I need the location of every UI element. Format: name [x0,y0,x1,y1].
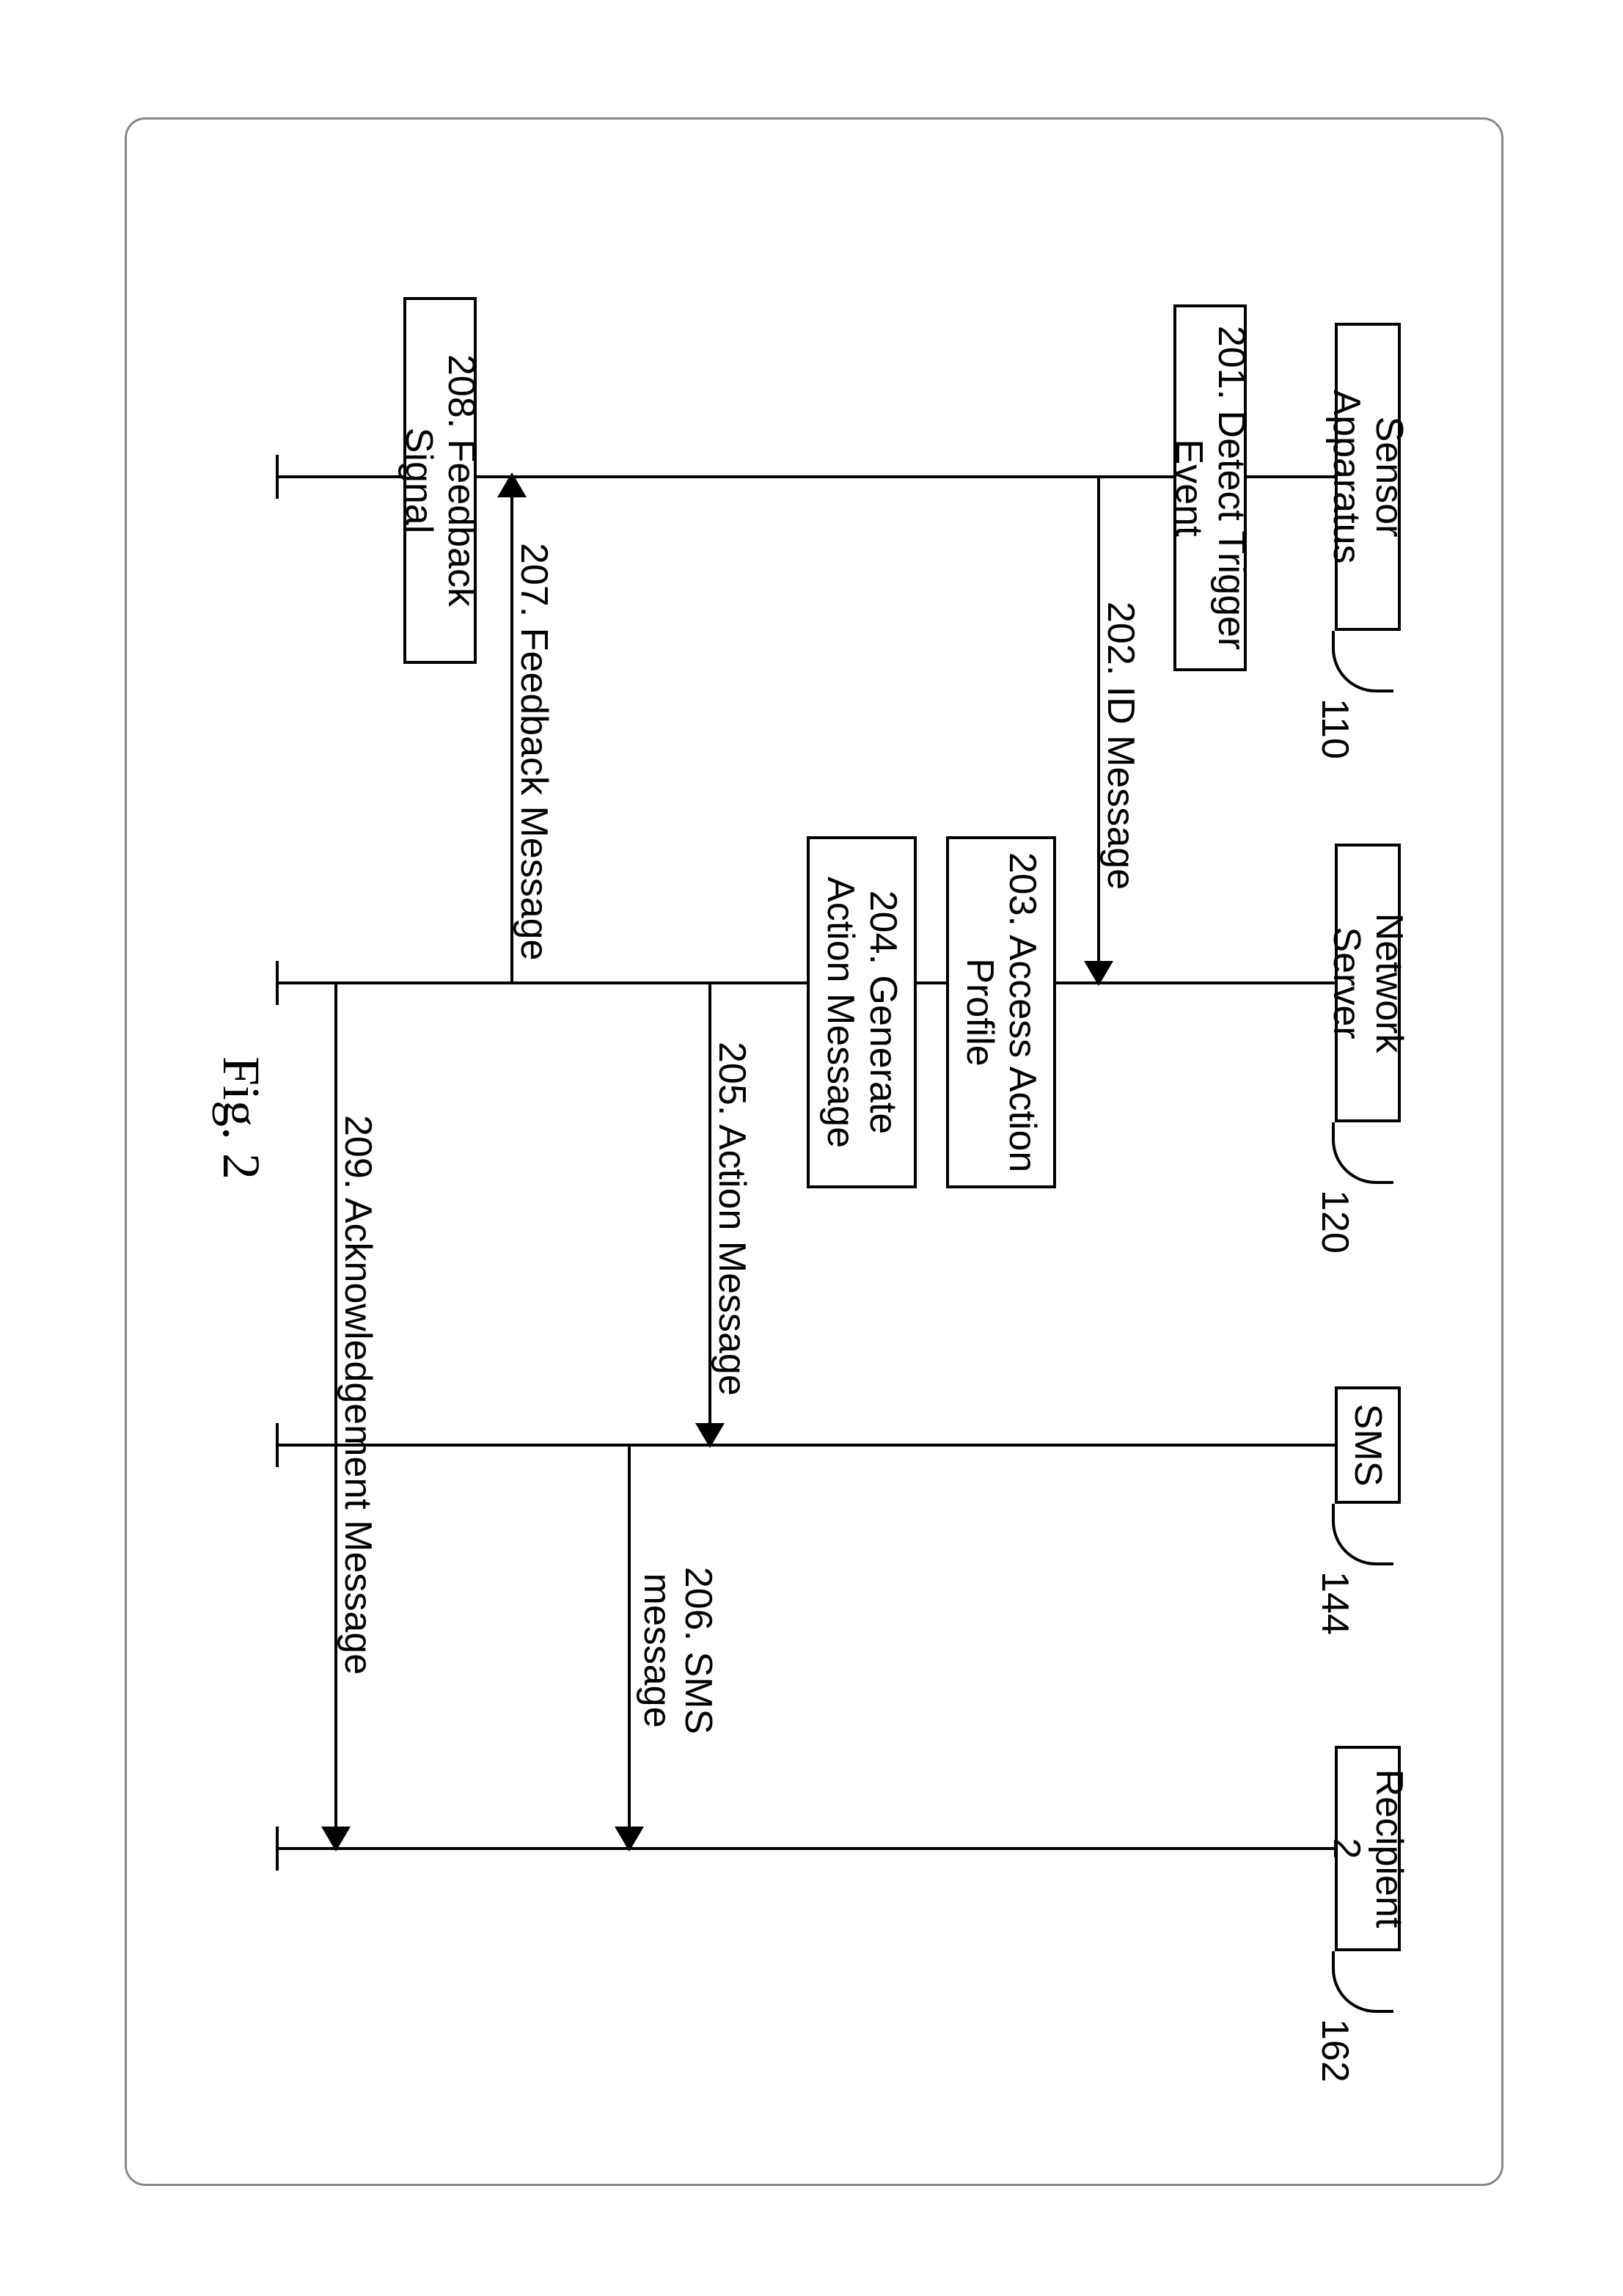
msg-205-arrow [695,1423,725,1448]
baseline-tick-recipient [276,1827,279,1871]
msg-207-label: 207. Feedback Message [512,543,556,960]
callout-tick-recipient [1332,1951,1393,2013]
baseline-tick-server [276,961,279,1005]
msg-205-label: 205. Action Message [710,1042,754,1396]
callout-tick-sensor [1332,631,1393,692]
msg-209-arrow [321,1827,351,1851]
callout-ref-server: 120 [1313,1190,1357,1254]
step-204-box: 204. Generate Action Message [807,836,917,1188]
callout-ref-recipient: 162 [1313,2019,1357,2083]
msg-206-label: 206. SMS message [637,1555,719,1746]
msg-206-line [628,1445,631,1847]
lifeline-recipient [279,1847,1335,1850]
msg-206-arrow [615,1827,644,1851]
callout-ref-sms: 144 [1313,1571,1357,1635]
participant-sms: SMS [1335,1386,1401,1504]
figure-caption: Fig. 2 [210,1056,271,1180]
msg-207-arrow [497,472,527,497]
msg-202-label: 202. ID Message [1099,602,1143,890]
callout-tick-sms [1332,1504,1393,1565]
msg-209-label: 209. Acknowledgement Message [336,1115,380,1675]
sequence-scene: Sensor Apparatus 110 Network Server 120 … [213,235,1415,2069]
callout-ref-sensor: 110 [1313,698,1357,759]
lifeline-sms [279,1444,1335,1447]
callout-tick-server [1332,1122,1393,1184]
baseline-tick-sensor [276,455,279,499]
step-201-box: 201. Detect Trigger Event [1173,304,1247,671]
diagram-panel: Sensor Apparatus 110 Network Server 120 … [125,117,1503,2186]
step-203-box: 203. Access Action Profile [946,836,1056,1188]
step-208-box: 208. Feedback Signal [403,297,477,664]
participant-recipient: Recipient 2 [1335,1746,1401,1951]
msg-202-arrow [1084,961,1113,986]
page: Sensor Apparatus 110 Network Server 120 … [0,0,1623,2296]
participant-sensor: Sensor Apparatus [1335,323,1401,631]
participant-server: Network Server [1335,844,1401,1122]
baseline-tick-sms [276,1423,279,1467]
